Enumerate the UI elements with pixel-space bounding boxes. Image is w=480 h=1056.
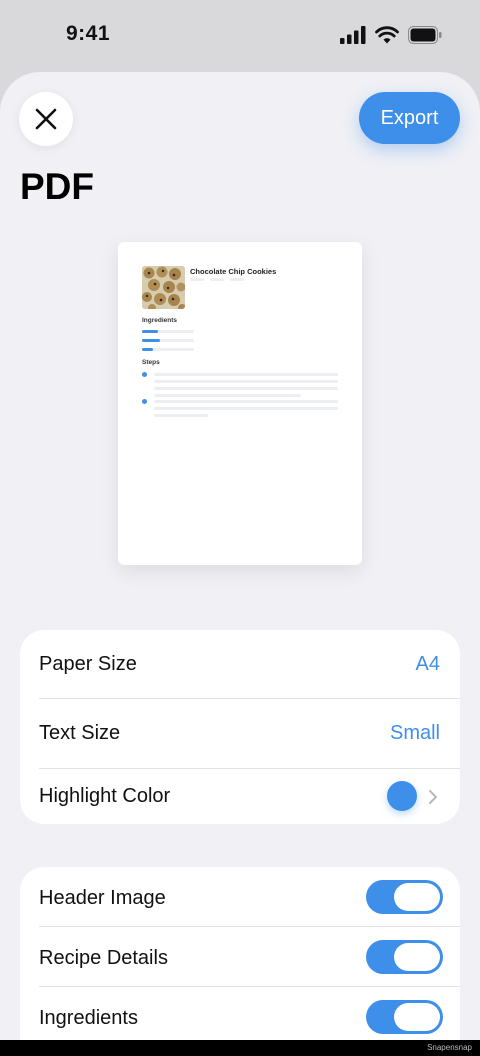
ingredients-toggle[interactable]: [366, 1000, 443, 1034]
close-icon: [35, 108, 57, 130]
preview-meta-placeholder: [190, 278, 204, 281]
cellular-signal-icon: [340, 26, 366, 44]
preview-step-line: [154, 394, 301, 397]
chevron-right-icon: [429, 790, 437, 804]
screen: 9:41 Export PDF Chocolate Chip Cookies I…: [0, 0, 480, 1056]
preview-step-bullet: [142, 372, 147, 377]
close-button[interactable]: [19, 92, 73, 146]
ingredients-label: Ingredients: [39, 1007, 138, 1029]
status-time: 9:41: [66, 22, 111, 45]
ingredients-row: Ingredients: [20, 987, 460, 1046]
preview-ingredient-highlight: [142, 330, 158, 333]
header-image-row: Header Image: [20, 867, 460, 926]
paper-size-row[interactable]: Paper Size A4: [20, 630, 460, 698]
highlight-color-label: Highlight Color: [39, 785, 171, 807]
page-title: PDF: [20, 166, 94, 207]
preview-step-line: [154, 407, 338, 410]
recipe-details-toggle[interactable]: [366, 940, 443, 974]
preview-ingredients-heading: Ingredients: [142, 317, 178, 324]
content-settings-group: Header Image Recipe Details Ingredients: [20, 867, 460, 1056]
preview-ingredient-highlight: [142, 339, 161, 342]
header-image-toggle[interactable]: [366, 880, 443, 914]
preview-steps-heading: Steps: [142, 359, 160, 366]
watermark-text: Snapensnap: [427, 1043, 472, 1052]
preview-recipe-title: Chocolate Chip Cookies: [190, 267, 277, 276]
preview-ingredient-line: [142, 348, 194, 351]
header-image-label: Header Image: [39, 887, 166, 909]
preview-ingredient-highlight: [142, 348, 154, 351]
paper-size-value: A4: [415, 653, 440, 675]
preview-ingredient-line: [142, 330, 194, 333]
pdf-preview: Chocolate Chip Cookies Ingredients Steps: [118, 242, 362, 565]
preview-step-line: [154, 414, 208, 417]
recipe-details-label: Recipe Details: [39, 947, 168, 969]
text-size-label: Text Size: [39, 722, 121, 744]
preview-step-line: [154, 387, 338, 390]
preview-meta-placeholder: [210, 278, 224, 281]
paper-size-label: Paper Size: [39, 653, 137, 675]
preview-step-line: [154, 400, 338, 403]
highlight-color-row[interactable]: Highlight Color: [20, 769, 460, 824]
recipe-details-row: Recipe Details: [20, 927, 460, 986]
status-bar: 9:41: [0, 0, 480, 72]
highlight-color-swatch: [387, 781, 417, 811]
toggle-knob: [394, 883, 440, 911]
bottom-strip: [0, 1040, 480, 1056]
toggle-knob: [394, 943, 440, 971]
preview-step-line: [154, 380, 338, 383]
preview-ingredient-line: [142, 339, 194, 342]
format-settings-group: Paper Size A4 Text Size Small Highlight …: [20, 630, 460, 824]
preview-meta-placeholder: [230, 278, 244, 281]
text-size-row[interactable]: Text Size Small: [20, 699, 460, 768]
export-button[interactable]: Export: [359, 92, 460, 144]
export-pdf-sheet: Export PDF Chocolate Chip Cookies Ingred…: [0, 72, 480, 1056]
recipe-thumbnail: [142, 266, 185, 309]
status-icons: [340, 26, 442, 44]
text-size-value: Small: [389, 722, 440, 744]
wifi-icon: [375, 26, 399, 44]
battery-icon: [408, 26, 442, 44]
preview-step-line: [154, 373, 338, 376]
preview-step-bullet: [142, 399, 147, 404]
toggle-knob: [394, 1003, 440, 1031]
